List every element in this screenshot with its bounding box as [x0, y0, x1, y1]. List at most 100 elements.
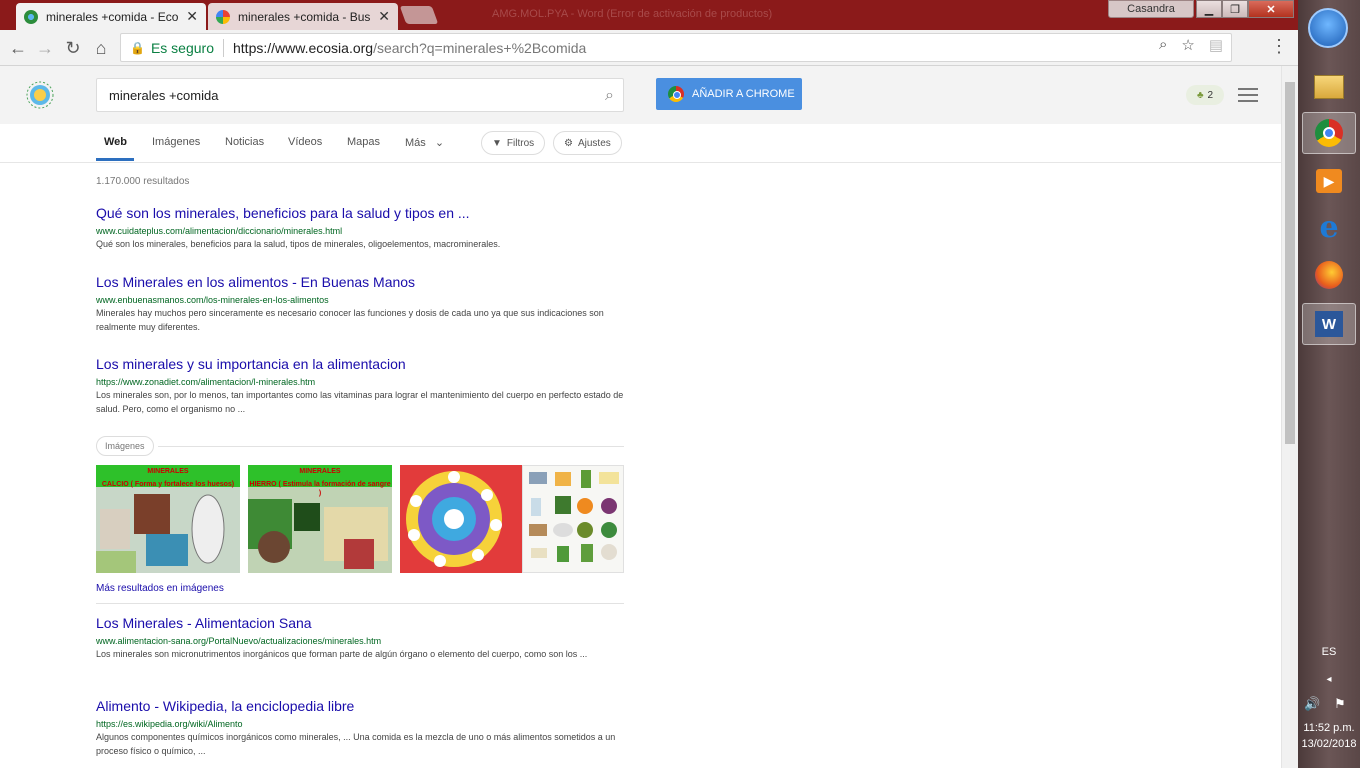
filters-button[interactable]: ▼ Filtros [481, 131, 546, 155]
tab-maps[interactable]: Mapas [347, 136, 380, 148]
close-icon[interactable]: ✕ [186, 8, 198, 25]
tab-web[interactable]: Web [104, 136, 127, 148]
filters-label: Filtros [506, 137, 535, 149]
tab-more[interactable]: Más ⌄ [405, 136, 444, 149]
result-url[interactable]: https://es.wikipedia.org/wiki/Alimento [96, 719, 626, 729]
security-label: Es seguro [150, 39, 214, 56]
page-scrollbar[interactable] [1281, 66, 1298, 768]
result-title-link[interactable]: Los Minerales - Alimentacion Sana [96, 615, 626, 631]
tab-title: minerales +comida - Bus [238, 9, 371, 24]
settings-button[interactable]: ⚙ Ajustes [553, 131, 622, 155]
result-title-link[interactable]: Qué son los minerales, beneficios para l… [96, 205, 626, 221]
result-url[interactable]: www.enbuenasmanos.com/los-minerales-en-l… [96, 295, 626, 305]
result-url[interactable]: https://www.zonadiet.com/alimentacion/l-… [96, 377, 626, 387]
add-to-chrome-button[interactable]: AÑADIR A CHROME [656, 78, 802, 110]
action-center-flag-icon[interactable]: ⚑ [1334, 696, 1346, 712]
result-title-link[interactable]: Los Minerales en los alimentos - En Buen… [96, 274, 626, 290]
ecosia-favicon-icon [24, 9, 38, 24]
chrome-menu-icon[interactable]: ⋮ [1270, 36, 1288, 57]
gear-icon: ⚙ [564, 137, 573, 149]
tab-more-label: Más [405, 137, 426, 149]
thumb-illustration [529, 470, 619, 562]
tab-google[interactable]: minerales +comida - Bus ✕ [208, 3, 398, 30]
google-favicon-icon [216, 9, 230, 24]
tree-counter[interactable]: ♣ 2 [1186, 85, 1224, 105]
search-nav: Web Imágenes Noticias Vídeos Mapas Más ⌄… [0, 124, 1281, 163]
hamburger-menu-icon[interactable] [1238, 88, 1258, 106]
result-item: Los minerales y su importancia en la ali… [96, 356, 626, 416]
window-close-button[interactable]: ✕ [1248, 0, 1294, 18]
search-input[interactable]: minerales +comida ⌕ [96, 78, 624, 112]
clock-time: 11:52 p.m. [1303, 722, 1355, 734]
tab-ecosia[interactable]: minerales +comida - Eco ✕ [16, 3, 206, 30]
result-snippet: Qué son los minerales, beneficios para l… [96, 239, 501, 249]
thumb-illustration [96, 494, 225, 573]
thumb-illustration [248, 499, 388, 569]
show-hidden-icons-icon[interactable]: ◂ [1298, 674, 1360, 685]
thumb-title: MINERALES [299, 468, 341, 475]
media-player-icon[interactable]: ▶ [1302, 160, 1356, 202]
omnibox-actions: ⌕ ☆ ▤ [1159, 36, 1231, 54]
results-count: 1.170.000 resultados [96, 176, 190, 187]
bookmark-star-icon[interactable]: ☆ [1181, 36, 1194, 54]
result-snippet: Minerales hay muchos pero sinceramente e… [96, 308, 604, 332]
language-indicator[interactable]: ES [1298, 646, 1360, 658]
zoom-icon[interactable]: ⌕ [1159, 36, 1167, 54]
thumb-subtitle: CALCIO ( Forma y fortalece los huesos) [101, 481, 235, 488]
url-path: /search?q=minerales+%2Bcomida [373, 39, 587, 56]
start-button[interactable] [1308, 8, 1348, 48]
result-title-link[interactable]: Los minerales y su importancia en la ali… [96, 356, 626, 372]
profile-name: Casandra [1127, 3, 1175, 15]
browser-tab-strip: minerales +comida - Eco ✕ minerales +com… [0, 0, 1298, 30]
result-title-link[interactable]: Alimento - Wikipedia, la enciclopedia li… [96, 698, 626, 714]
extension-icon[interactable]: ▤ [1209, 36, 1223, 54]
lock-icon: 🔒 [130, 40, 145, 55]
image-thumbnail[interactable]: MINERALES HIERRO ( Estimula la formación… [248, 465, 392, 573]
file-explorer-icon[interactable] [1302, 66, 1356, 108]
result-item: Los Minerales - Alimentacion Sana www.al… [96, 615, 626, 661]
tab-images[interactable]: Imágenes [152, 136, 200, 148]
tree-icon: ♣ [1196, 89, 1204, 101]
address-bar[interactable]: 🔒 Es seguro https://www.ecosia.org/searc… [120, 33, 1232, 62]
result-url[interactable]: www.cuidateplus.com/alimentacion/diccion… [96, 226, 626, 236]
chrome-taskbar-icon[interactable] [1302, 112, 1356, 154]
thumb-illustration [406, 471, 502, 567]
forward-arrow-icon[interactable]: → [33, 36, 57, 60]
result-snippet: Los minerales son, por lo menos, tan imp… [96, 390, 624, 414]
reload-icon[interactable]: ↻ [61, 36, 85, 60]
chrome-icon [668, 86, 684, 102]
ecosia-logo[interactable] [18, 80, 66, 110]
profile-button[interactable]: Casandra [1108, 0, 1194, 18]
result-url[interactable]: www.alimentacion-sana.org/PortalNuevo/ac… [96, 636, 626, 646]
firefox-icon[interactable] [1302, 254, 1356, 296]
home-icon[interactable]: ⌂ [89, 36, 113, 60]
result-item: Qué son los minerales, beneficios para l… [96, 205, 626, 251]
search-query: minerales +comida [109, 87, 219, 103]
back-arrow-icon[interactable]: ← [6, 36, 30, 60]
divider [96, 603, 624, 604]
image-thumbnail[interactable]: MINERALES CALCIO ( Forma y fortalece los… [96, 465, 240, 573]
tab-news[interactable]: Noticias [225, 136, 264, 148]
ecosia-header: minerales +comida ⌕ AÑADIR A CHROME ♣ 2 [0, 66, 1281, 124]
tab-videos[interactable]: Vídeos [288, 136, 322, 148]
settings-label: Ajustes [577, 137, 611, 149]
minimize-button[interactable]: ▁ [1196, 0, 1222, 18]
more-images-link[interactable]: Más resultados en imágenes [96, 583, 224, 594]
scrollbar-thumb[interactable] [1285, 82, 1295, 444]
chevron-down-icon: ⌄ [434, 137, 445, 149]
word-icon[interactable]: W [1302, 303, 1356, 345]
result-snippet: Los minerales son micronutrimentos inorg… [96, 649, 588, 659]
system-clock[interactable]: 11:52 p.m. 13/02/2018 [1298, 720, 1360, 752]
result-snippet: Algunos componentes químicos inorgánicos… [96, 732, 616, 756]
search-icon[interactable]: ⌕ [605, 87, 614, 105]
maximize-button[interactable]: ❐ [1222, 0, 1248, 18]
images-heading[interactable]: Imágenes [96, 436, 154, 456]
volume-icon[interactable]: 🔊 [1304, 696, 1320, 712]
image-thumbnail[interactable] [522, 465, 624, 573]
filter-icon: ▼ [492, 137, 502, 149]
result-item: Los Minerales en los alimentos - En Buen… [96, 274, 626, 334]
internet-explorer-icon[interactable]: e [1302, 206, 1356, 248]
new-tab-button[interactable] [399, 6, 439, 24]
clock-date: 13/02/2018 [1301, 738, 1357, 750]
close-icon[interactable]: ✕ [378, 8, 390, 25]
